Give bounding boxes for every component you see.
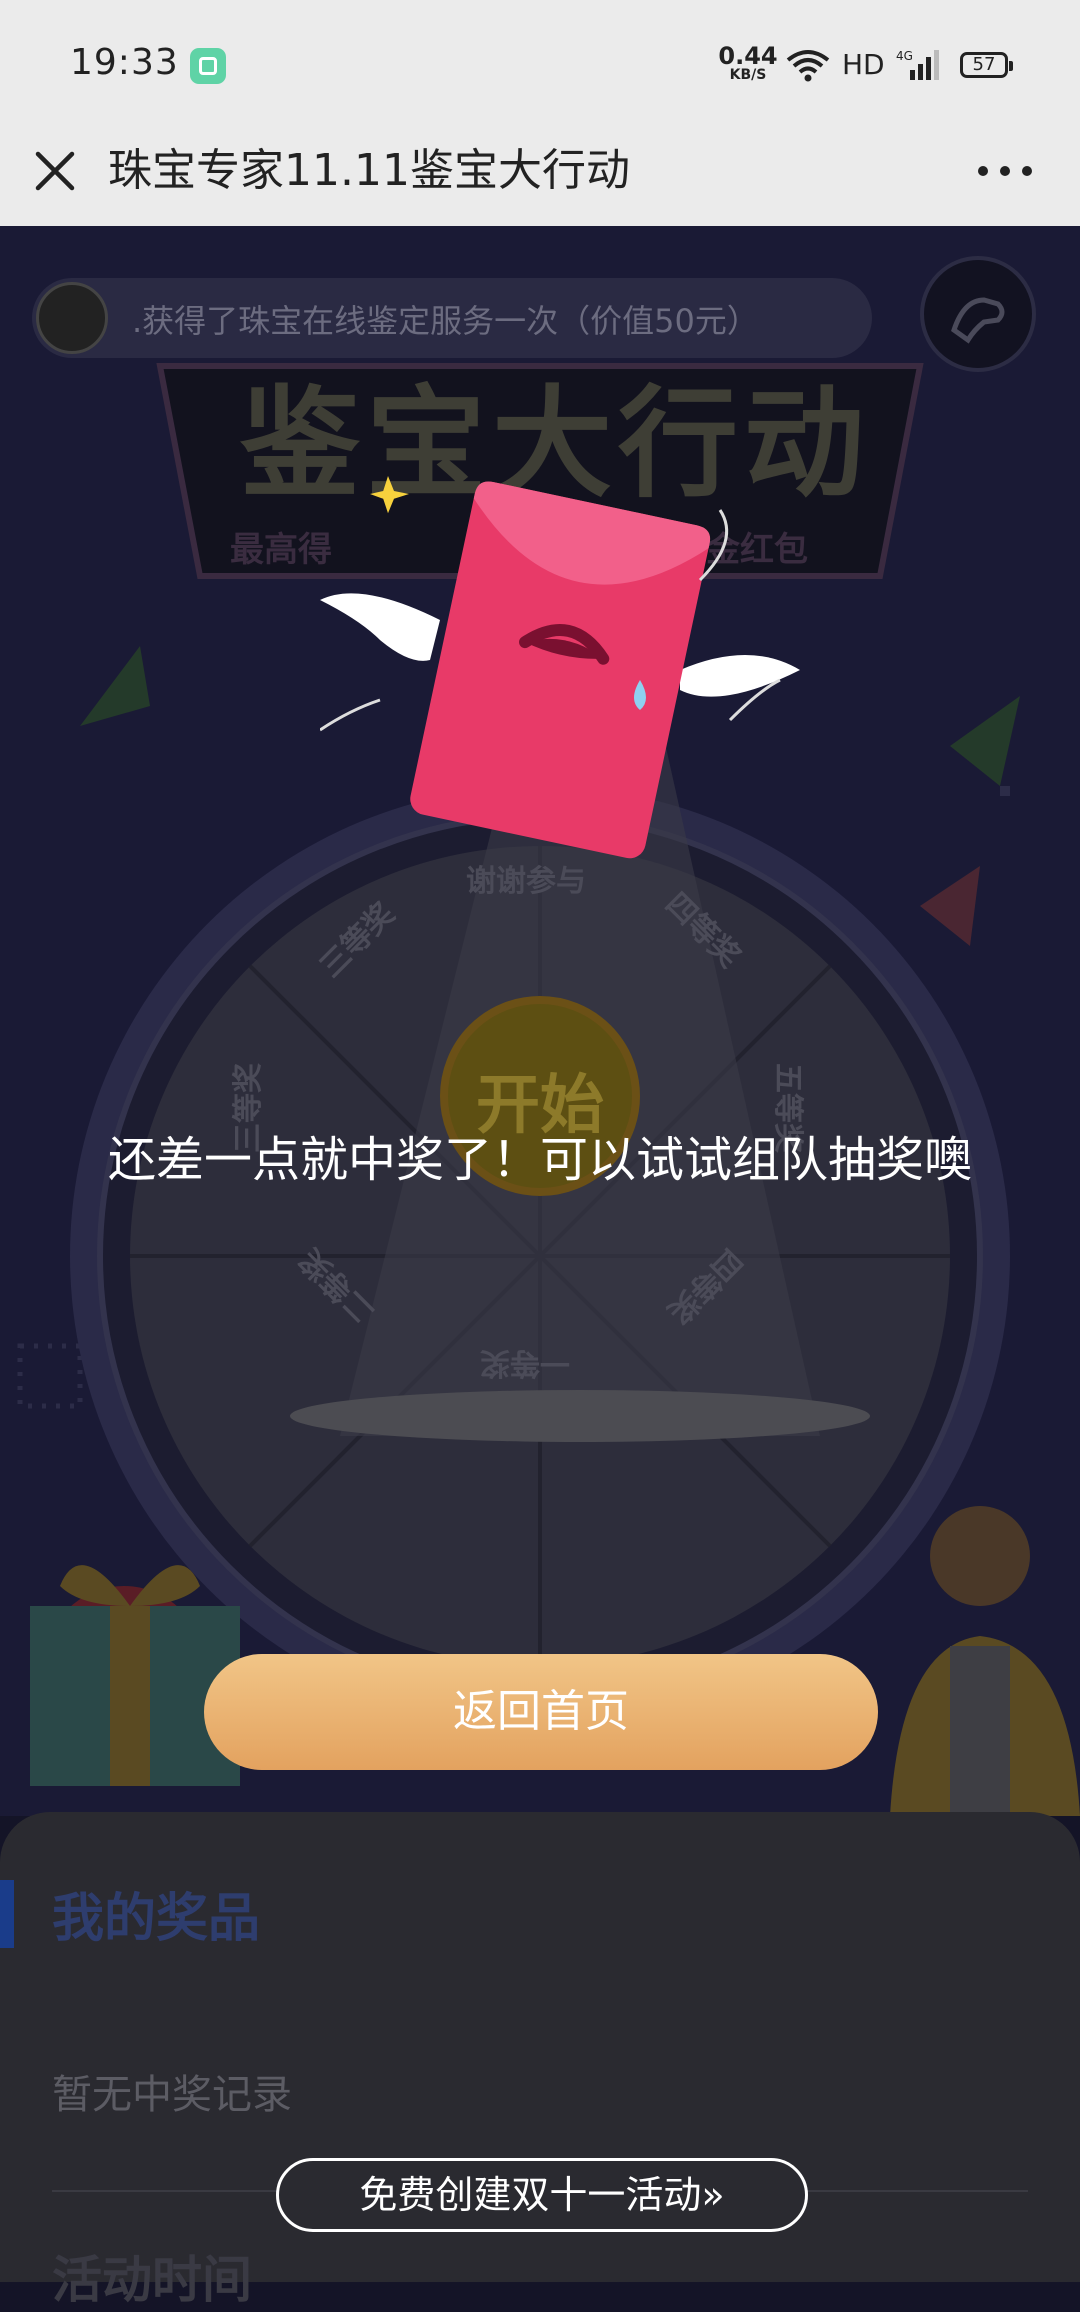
status-time: 19:33 [70,42,179,83]
status-bar: 19:33 0.44 KB/S HD 4G 57 [0,0,1080,128]
cell-signal-icon: 4G [896,49,939,80]
marquee-text: .获得了珠宝在线鉴定服务一次（价值50元） [132,302,759,340]
wheel-label-first-prize: 一等奖 [480,1345,570,1380]
signal-label: 4G [896,49,913,63]
lottery-game-area: .获得了珠宝在线鉴定服务一次（价值50元） 鉴宝大行动 最高得 现金红包 谢谢参… [0,226,1080,1816]
avatar [36,282,108,354]
result-message: 还差一点就中奖了！可以试试组队抽奖噢 [107,1132,972,1188]
sad-red-envelope-illustration [320,476,800,859]
no-prize-record-text: 暂无中奖记录 [52,2072,292,2118]
more-options-icon[interactable] [975,156,1035,186]
page-title: 珠宝专家11.11鉴宝大行动 [108,145,630,196]
hd-indicator: HD [842,48,885,81]
network-speed-value: 0.44 [718,42,778,70]
activity-time-title: 活动时间 [52,2251,252,2309]
wifi-icon [786,50,830,82]
network-speed-unit: KB/S [729,67,767,83]
section-accent-bar [0,1880,14,1948]
close-icon[interactable] [30,146,80,196]
title-bar: 珠宝专家11.11鉴宝大行动 [0,128,1080,226]
app-notification-icon [190,48,226,84]
return-home-button[interactable]: 返回首页 [204,1654,878,1770]
my-prizes-title: 我的奖品 [52,1889,261,1949]
create-activity-button[interactable]: 免费创建双十一活动» [276,2158,808,2232]
battery-icon: 57 [960,52,1013,78]
network-speed: 0.44 KB/S [718,44,778,82]
